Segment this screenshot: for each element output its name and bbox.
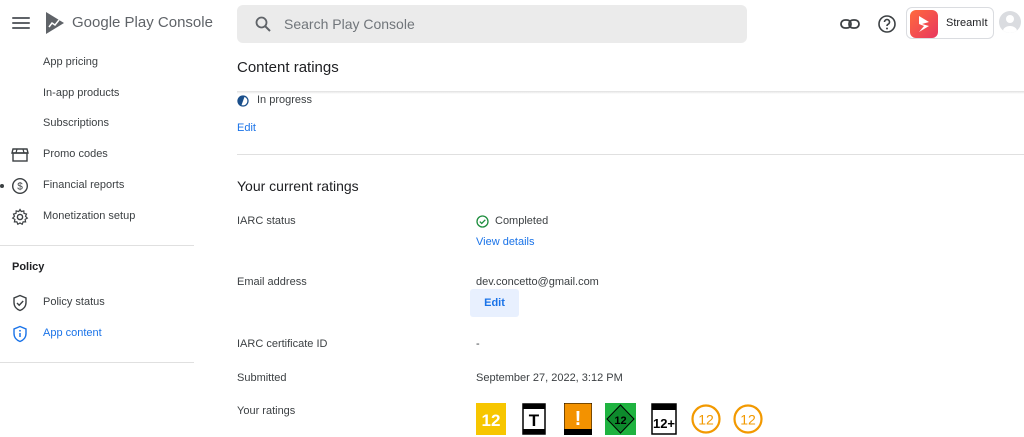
edit-questionnaire-link[interactable]: Edit (237, 122, 256, 134)
sidebar-item-label: Policy status (43, 296, 105, 308)
person-icon (1003, 15, 1017, 33)
shield-info-icon (13, 325, 27, 343)
play-console-app: Google Play Console StreamIt (0, 0, 1024, 437)
link-icon[interactable] (839, 13, 861, 35)
generic-rating-badge: 12 (733, 404, 763, 434)
top-bar: Google Play Console StreamIt (0, 0, 1024, 48)
sidebar-item-promo-codes[interactable]: Promo codes (0, 140, 196, 171)
sidebar-item-label: App pricing (43, 56, 99, 68)
expand-indicator (0, 184, 4, 188)
submitted-label: Submitted (237, 372, 287, 384)
submitted-value: September 27, 2022, 3:12 PM (476, 372, 623, 384)
brand-title[interactable]: Google Play Console (72, 14, 213, 31)
sidebar-item-label: Monetization setup (43, 210, 136, 222)
streamit-logo-icon (919, 16, 929, 32)
menu-icon[interactable] (12, 14, 30, 32)
view-details-link[interactable]: View details (476, 236, 535, 248)
search-icon (255, 16, 271, 32)
usk-rating-label: 12 (614, 415, 626, 427)
esrb-rating-badge: T (522, 403, 546, 435)
search-bar[interactable] (237, 5, 747, 43)
sidebar-divider (0, 245, 194, 246)
page-title: Content ratings (237, 59, 339, 76)
classind-rating-label: ! (575, 408, 582, 430)
sidebar-item-policy-status[interactable]: Policy status (0, 288, 196, 319)
svg-text:$: $ (17, 182, 23, 193)
dollar-icon: $ (11, 177, 29, 195)
sidebar-item-in-app-products[interactable]: In-app products (0, 79, 196, 110)
shield-check-icon (13, 294, 27, 312)
app-switcher[interactable]: StreamIt (906, 7, 994, 39)
pegi-rating-label: 12 (482, 411, 501, 430)
store-icon (11, 148, 29, 162)
pegi-rating-badge: 12 (476, 403, 506, 435)
sidebar: App pricing In-app products Subscription… (0, 48, 196, 437)
email-value: dev.concetto@gmail.com (476, 276, 599, 288)
header-shadow (237, 91, 1024, 94)
search-input[interactable] (284, 5, 724, 43)
esrb-rating-label: T (529, 411, 540, 430)
current-ratings-title: Your current ratings (237, 178, 359, 194)
sidebar-item-app-content[interactable]: App content (0, 319, 196, 350)
play-console-logo (46, 12, 64, 34)
section-divider (237, 154, 1024, 155)
usk-rating-badge: 12 (605, 403, 636, 435)
brand-suffix: Console (157, 14, 213, 31)
sidebar-item-monetization-setup[interactable]: Monetization setup (0, 202, 196, 233)
generic-rating-label: 12 (740, 412, 756, 428)
iarc-rating-badge: 12+ (651, 403, 677, 435)
sidebar-item-financial-reports[interactable]: $ Financial reports (0, 171, 196, 202)
generic-rating-label: 12 (698, 412, 714, 428)
iarc-status-label: IARC status (237, 215, 296, 227)
sidebar-item-label: In-app products (43, 87, 120, 99)
brand-name: Google Play (72, 14, 154, 31)
progress-icon (237, 95, 249, 107)
sidebar-item-subscriptions[interactable]: Subscriptions (0, 109, 196, 140)
main-content: Content ratings In progress Edit Your cu… (196, 48, 1024, 437)
account-avatar[interactable] (999, 11, 1021, 33)
gear-icon (11, 208, 29, 226)
iarc-status-value: Completed (495, 215, 549, 227)
classind-rating-badge: ! (564, 403, 592, 435)
sidebar-item-app-pricing[interactable]: App pricing (0, 48, 196, 79)
help-icon[interactable] (876, 13, 898, 35)
iarc-rating-label: 12+ (653, 416, 675, 431)
certificate-label: IARC certificate ID (237, 338, 328, 350)
check-circle-icon (476, 215, 489, 228)
app-name: StreamIt (946, 17, 988, 29)
sidebar-divider (0, 362, 194, 363)
sidebar-item-label: App content (43, 327, 102, 339)
progress-status-text: In progress (257, 94, 313, 106)
edit-email-button[interactable]: Edit (470, 289, 519, 317)
sidebar-item-label: Promo codes (43, 148, 108, 160)
certificate-value: - (476, 338, 480, 350)
ratings-label: Your ratings (237, 405, 296, 417)
sidebar-section-policy: Policy (12, 261, 45, 273)
sidebar-item-label: Subscriptions (43, 117, 110, 129)
generic-rating-badge: 12 (691, 404, 721, 434)
email-label: Email address (237, 276, 307, 288)
sidebar-item-label: Financial reports (43, 179, 125, 191)
app-icon (910, 10, 938, 38)
